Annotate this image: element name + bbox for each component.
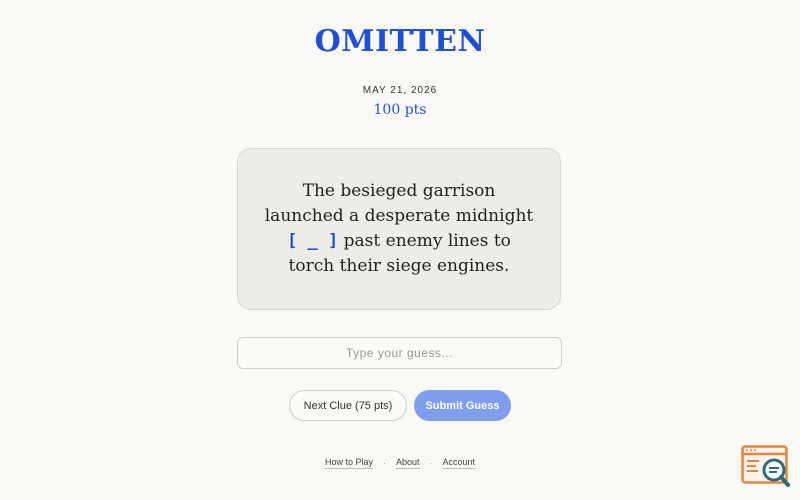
- points-value: 100 pts: [373, 102, 427, 118]
- footer-separator: ·: [382, 458, 386, 468]
- clue-card: The besieged garrison launched a despera…: [237, 148, 561, 310]
- guess-input[interactable]: [237, 337, 562, 369]
- search-inspect-icon[interactable]: [741, 445, 791, 489]
- clue-text-before: The besieged garrison launched a despera…: [264, 181, 534, 226]
- app-root: OMITTEN MAY 21, 2026 100 pts The besiege…: [0, 0, 800, 500]
- app-logo[interactable]: OMITTEN: [0, 24, 800, 59]
- footer-link-account[interactable]: Account: [442, 457, 476, 469]
- footer-link-how-to-play[interactable]: How to Play: [324, 457, 373, 469]
- clue-sentence: The besieged garrison launched a despera…: [264, 179, 534, 279]
- puzzle-date: MAY 21, 2026: [362, 85, 438, 96]
- next-clue-button[interactable]: Next Clue (75 pts): [289, 390, 407, 421]
- clue-blank: [ _ ]: [287, 231, 339, 251]
- footer-nav: How to Play · About · Account: [0, 457, 800, 469]
- footer-separator: ·: [429, 458, 433, 468]
- footer-link-about[interactable]: About: [395, 457, 420, 469]
- submit-guess-button[interactable]: Submit Guess: [414, 390, 511, 421]
